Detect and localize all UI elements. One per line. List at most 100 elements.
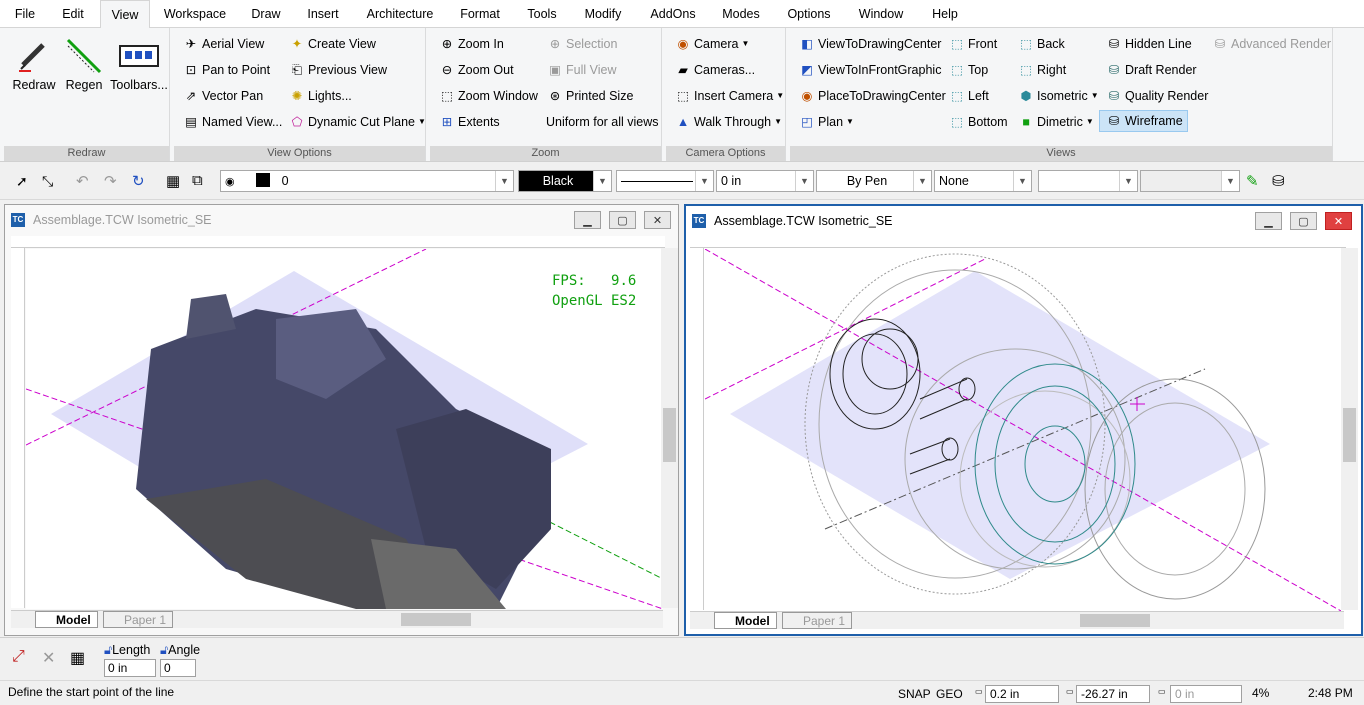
tab-paper-1[interactable]: Paper 1 <box>782 612 853 629</box>
line-style-select[interactable]: ▼ <box>616 170 714 192</box>
right-viewport[interactable] <box>705 249 1341 611</box>
tab-model[interactable]: Model <box>714 612 777 629</box>
menu-addons[interactable]: AddOns <box>644 0 702 28</box>
walk-through-button[interactable]: ▲ Walk Through ▼ <box>674 111 782 133</box>
printed-size-button[interactable]: ⊛ Printed Size <box>546 85 634 107</box>
close-button[interactable]: ✕ <box>1325 212 1352 230</box>
geo-toggle[interactable]: GEO <box>936 687 963 701</box>
y-coordinate-field[interactable]: -26.27 in <box>1076 685 1150 703</box>
properties-table-icon[interactable]: ▦ <box>70 648 85 668</box>
layer-select[interactable]: ◉ 0 ▼ <box>220 170 514 192</box>
left-view-button[interactable]: ⬚ Left <box>948 85 989 107</box>
plan-button[interactable]: ◰ Plan ▼ <box>798 111 854 133</box>
select-arrow-icon[interactable]: ➚ <box>16 173 28 190</box>
fill-select[interactable]: None ▼ <box>934 170 1032 192</box>
draft-render-button[interactable]: ⛁ Draft Render <box>1105 59 1197 81</box>
menu-insert[interactable]: Insert <box>300 0 346 28</box>
menu-workspace[interactable]: Workspace <box>158 0 232 28</box>
menu-help[interactable]: Help <box>924 0 966 28</box>
close-button[interactable]: ✕ <box>644 211 671 229</box>
color-select[interactable]: Black ▼ <box>518 170 612 192</box>
refresh-icon[interactable]: ↻ <box>132 172 145 190</box>
dynamic-cut-plane-button[interactable]: ⬠ Dynamic Cut Plane ▼ <box>288 111 426 133</box>
place-to-drawing-center-button[interactable]: ◉ PlaceToDrawingCenter <box>798 85 946 107</box>
menu-format[interactable]: Format <box>454 0 506 28</box>
isometric-view-button[interactable]: ⬢ Isometric ▼ <box>1017 85 1099 107</box>
view-in-front-graphic-button[interactable]: ◩ ViewToInFrontGraphic <box>798 59 941 81</box>
pan-to-point-button[interactable]: ⊡ Pan to Point <box>182 59 270 81</box>
left-viewport[interactable]: FPS: 9.6 OpenGL ES2 <box>26 249 663 609</box>
insert-camera-button[interactable]: ⬚ Insert Camera ▼ <box>674 85 784 107</box>
undo-icon[interactable]: ↶ <box>76 172 89 190</box>
material-icon[interactable]: ⛁ <box>1272 172 1285 190</box>
camera-button[interactable]: ◉ Camera ▼ <box>674 33 750 55</box>
regen-button[interactable]: Regen <box>56 34 112 92</box>
vector-pan-button[interactable]: ⇗ Vector Pan <box>182 85 263 107</box>
zoom-out-button[interactable]: ⊖ Zoom Out <box>438 59 514 81</box>
bottom-view-button[interactable]: ⬚ Bottom <box>948 111 1008 133</box>
dimetric-view-button[interactable]: ■ Dimetric ▼ <box>1017 111 1094 133</box>
maximize-button[interactable]: ▢ <box>1290 212 1317 230</box>
scroll-thumb[interactable] <box>1343 408 1356 462</box>
cameras-button[interactable]: ▰ Cameras... <box>674 59 755 81</box>
menu-tools[interactable]: Tools <box>520 0 564 28</box>
previous-view-button[interactable]: ⎗ Previous View <box>288 59 387 81</box>
lights-button[interactable]: ✺ Lights... <box>288 85 352 107</box>
line-tool-icon[interactable]: ⤢ <box>12 648 25 666</box>
x-coordinate-field[interactable]: 0.2 in <box>985 685 1059 703</box>
zoom-window-button[interactable]: ⬚ Zoom Window <box>438 85 538 107</box>
selection-button[interactable]: ⊕ Selection <box>546 33 618 55</box>
left-vertical-scrollbar[interactable] <box>661 248 678 608</box>
full-view-button[interactable]: ▣ Full View <box>546 59 616 81</box>
layers-icon[interactable]: ⧉ <box>192 172 203 189</box>
menu-window[interactable]: Window <box>850 0 912 28</box>
right-vertical-scrollbar[interactable] <box>1341 248 1358 610</box>
zoom-in-button[interactable]: ⊕ Zoom In <box>438 33 504 55</box>
scroll-thumb[interactable] <box>663 408 676 462</box>
tab-paper-1[interactable]: Paper 1 <box>103 611 174 628</box>
properties-icon[interactable]: ▦ <box>166 172 180 190</box>
menu-file[interactable]: File <box>8 0 42 28</box>
pen-style-icon[interactable]: ✎ <box>1246 172 1259 190</box>
right-view-button[interactable]: ⬚ Right <box>1017 59 1066 81</box>
advanced-render-button[interactable]: ⛁ Advanced Render <box>1211 33 1331 55</box>
horizontal-scroll-thumb[interactable] <box>1080 614 1150 627</box>
uniform-views-button[interactable]: Uniform for all views <box>546 111 659 133</box>
back-view-button[interactable]: ⬚ Back <box>1017 33 1065 55</box>
minimize-button[interactable]: ▁ <box>574 211 601 229</box>
minimize-button[interactable]: ▁ <box>1255 212 1282 230</box>
create-view-button[interactable]: ✦ Create View <box>288 33 376 55</box>
front-view-button[interactable]: ⬚ Front <box>948 33 997 55</box>
snap-toggle[interactable]: SNAP <box>898 687 931 701</box>
menu-view[interactable]: View <box>100 0 150 29</box>
length-input[interactable]: 0 in <box>104 659 156 677</box>
wireframe-button[interactable]: ⛁ Wireframe <box>1099 110 1188 132</box>
menu-architecture[interactable]: Architecture <box>360 0 440 28</box>
maximize-button[interactable]: ▢ <box>609 211 636 229</box>
menu-modify[interactable]: Modify <box>576 0 630 28</box>
horizontal-scroll-thumb[interactable] <box>401 613 471 626</box>
cancel-icon[interactable]: ✕ <box>42 648 55 668</box>
redo-icon[interactable]: ↷ <box>104 172 117 190</box>
menu-edit[interactable]: Edit <box>53 0 93 28</box>
toolbars-button[interactable]: Toolbars... <box>110 34 168 92</box>
menu-modes[interactable]: Modes <box>714 0 768 28</box>
edit-tool-icon[interactable]: ⤡ <box>42 173 53 190</box>
line-width-select[interactable]: 0 in ▼ <box>716 170 814 192</box>
pattern-select[interactable]: ▼ <box>1038 170 1138 192</box>
z-coordinate-field[interactable]: 0 in <box>1170 685 1242 703</box>
extents-button[interactable]: ⊞ Extents <box>438 111 500 133</box>
named-view-button[interactable]: ▤ Named View... <box>182 111 282 133</box>
transparency-select[interactable]: ▼ <box>1140 170 1240 192</box>
tab-model[interactable]: Model <box>35 611 98 628</box>
hidden-line-button[interactable]: ⛁ Hidden Line <box>1105 33 1192 55</box>
view-to-drawing-center-button[interactable]: ◧ ViewToDrawingCenter <box>798 33 941 55</box>
quality-render-button[interactable]: ⛁ Quality Render <box>1105 85 1209 107</box>
menu-options[interactable]: Options <box>780 0 838 28</box>
menu-draw[interactable]: Draw <box>244 0 288 28</box>
aerial-view-button[interactable]: ✈ Aerial View <box>182 33 265 55</box>
top-view-button[interactable]: ⬚ Top <box>948 59 988 81</box>
redraw-button[interactable]: Redraw <box>6 34 62 92</box>
pen-select[interactable]: By Pen ▼ <box>816 170 932 192</box>
angle-input[interactable]: 0 <box>160 659 196 677</box>
